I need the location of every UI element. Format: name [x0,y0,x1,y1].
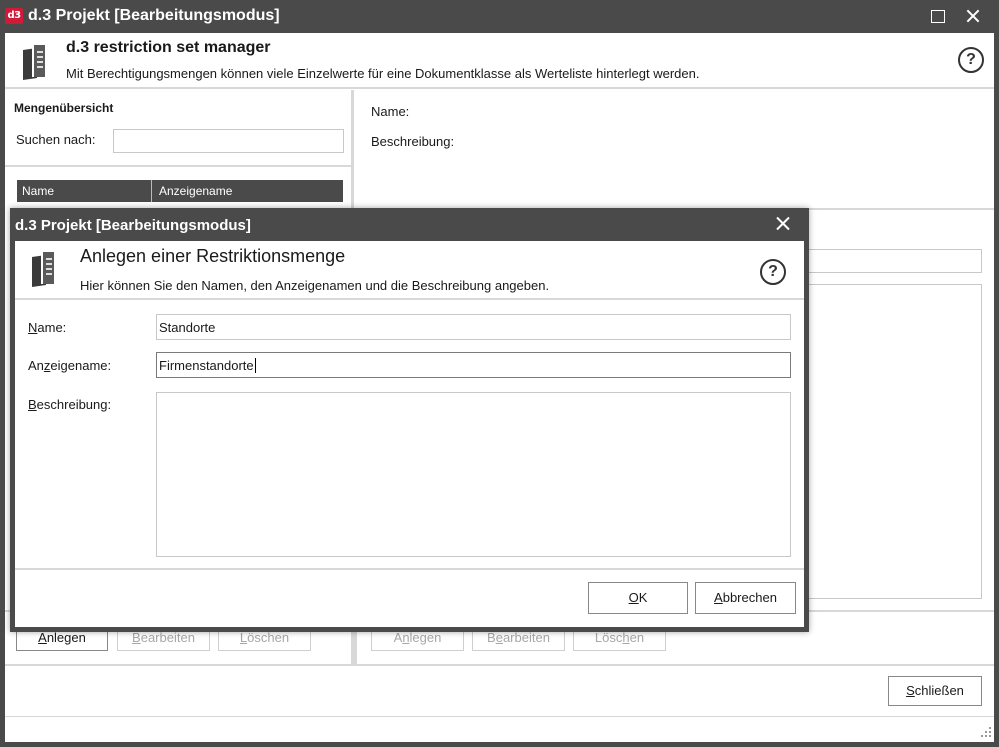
d3-logo-icon: d3 [5,8,23,24]
dialog-title: d.3 Projekt [Bearbeitungsmodus] [15,217,251,234]
status-bar [5,716,994,717]
help-icon[interactable]: ? [958,47,984,73]
set-details: Name: Beschreibung: [357,90,994,210]
description-field[interactable] [156,392,791,557]
set-table-header: Name Anzeigename [17,180,343,202]
value-input[interactable] [796,249,982,273]
app-header-title: d.3 restriction set manager [66,39,271,56]
text-caret [254,358,256,373]
book-icon [23,45,45,80]
display-name-label: Anzeigename: [28,358,112,373]
dialog-client-area: Anlegen einer Restriktionsmenge Hier kön… [15,241,804,627]
close-icon[interactable] [960,4,986,28]
column-divider[interactable] [151,180,152,202]
app-header: d.3 restriction set manager Mit Berechti… [5,33,994,89]
dialog-header-title: Anlegen einer Restriktionsmenge [80,246,346,266]
dialog-header-subtitle: Hier können Sie den Namen, den Anzeigena… [80,278,550,293]
book-icon [32,252,54,287]
resize-grip-icon[interactable] [979,725,991,737]
divider [15,568,804,570]
ok-button[interactable]: OK [588,582,688,614]
details-name-label: Name: [371,104,410,119]
close-button[interactable]: Schließen [888,676,982,706]
maximize-icon[interactable] [925,4,951,28]
search-input[interactable] [113,129,344,153]
window-title: d.3 Projekt [Bearbeitungsmodus] [28,7,280,24]
description-label: Beschreibung: [28,397,112,412]
column-header-display-name[interactable]: Anzeigename [159,184,232,198]
display-name-value: Firmenstandorte [159,358,254,373]
dialog-close-icon[interactable] [772,213,794,235]
help-icon[interactable]: ? [760,259,786,285]
search-label: Suchen nach: [16,132,96,147]
display-name-field[interactable]: Firmenstandorte [156,352,791,378]
cancel-button[interactable]: Abbrechen [695,582,796,614]
details-description-label: Beschreibung: [371,134,455,149]
value-list[interactable] [796,284,982,599]
name-field[interactable]: Standorte [156,314,791,340]
overview-heading: Mengenübersicht [14,101,114,115]
column-header-name[interactable]: Name [22,184,54,198]
name-label: Name: [28,320,67,335]
create-restriction-set-dialog: d.3 Projekt [Bearbeitungsmodus] Anlegen … [10,208,809,632]
divider [5,664,994,666]
dialog-header: Anlegen einer Restriktionsmenge Hier kön… [15,241,804,300]
window-titlebar[interactable]: d3 d.3 Projekt [Bearbeitungsmodus] [0,0,999,33]
app-header-subtitle: Mit Berechtigungsmengen können viele Ein… [66,66,700,81]
divider [5,165,354,167]
